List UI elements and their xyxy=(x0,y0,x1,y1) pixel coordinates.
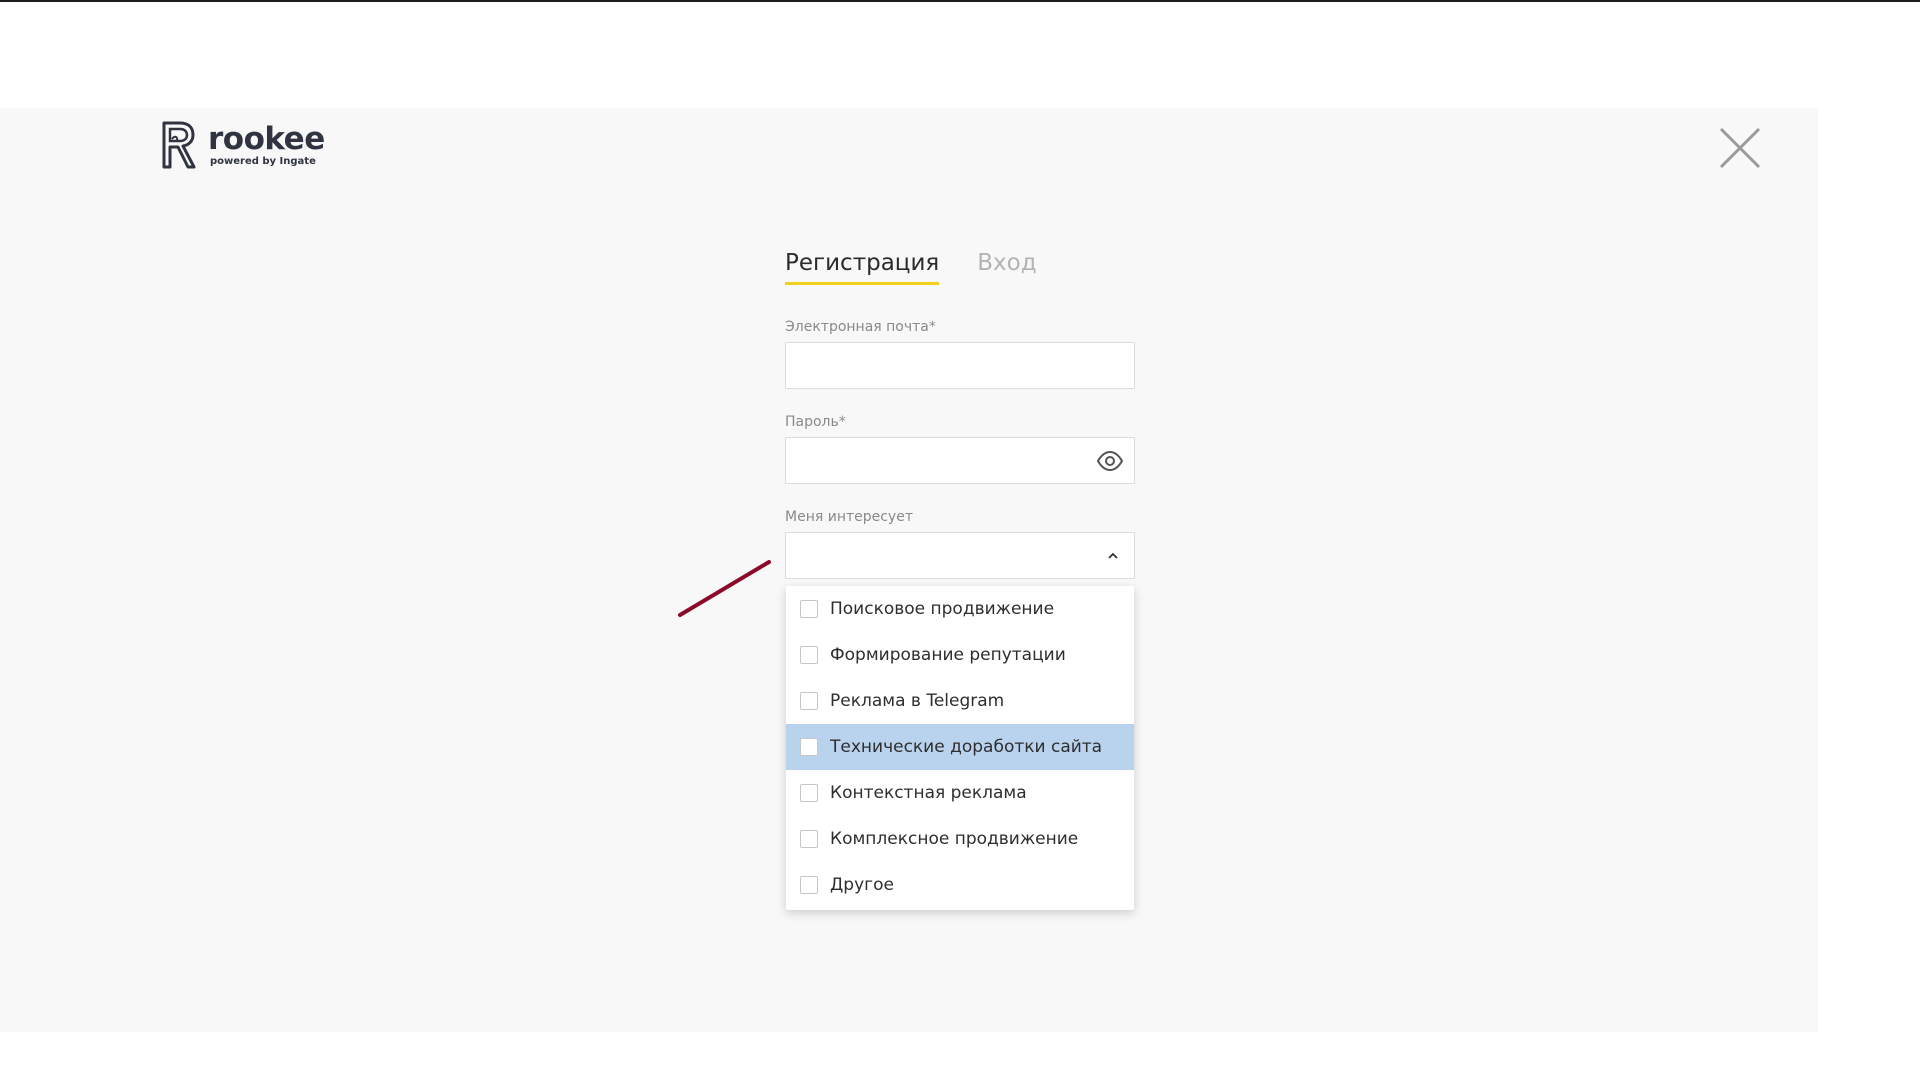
checkbox[interactable] xyxy=(800,876,818,894)
dropdown-option[interactable]: Поисковое продвижение xyxy=(786,586,1134,632)
checkbox[interactable] xyxy=(800,646,818,664)
top-border-line xyxy=(0,0,1920,2)
close-icon[interactable] xyxy=(1718,126,1762,170)
chevron-up-icon[interactable] xyxy=(1106,549,1120,563)
password-field-box xyxy=(785,437,1135,484)
checkbox[interactable] xyxy=(800,692,818,710)
email-field[interactable] xyxy=(786,343,1134,388)
dropdown-option[interactable]: Другое xyxy=(786,862,1134,908)
annotation-stroke xyxy=(678,560,771,617)
option-label: Технические доработки сайта xyxy=(830,737,1103,757)
password-label: Пароль* xyxy=(785,414,846,430)
checkbox[interactable] xyxy=(800,600,818,618)
brand-text: rookee powered by Ingate xyxy=(208,120,325,167)
option-label: Контекстная реклама xyxy=(830,783,1027,803)
tab-login[interactable]: Вход xyxy=(977,250,1036,285)
option-label: Поисковое продвижение xyxy=(830,599,1055,619)
option-label: Формирование репутации xyxy=(830,645,1066,665)
option-label: Другое xyxy=(830,875,894,895)
interest-select[interactable] xyxy=(785,532,1135,579)
email-label: Электронная почта* xyxy=(785,319,936,335)
password-field[interactable] xyxy=(786,438,1134,483)
brand-logo: rookee powered by Ingate xyxy=(158,117,328,173)
rookee-logo-icon xyxy=(162,121,196,169)
option-label: Реклама в Telegram xyxy=(830,691,1005,711)
email-field-box xyxy=(785,342,1135,389)
auth-tabs: Регистрация Вход xyxy=(785,250,1037,285)
interest-label: Меня интересует xyxy=(785,509,913,525)
eye-icon[interactable] xyxy=(1096,448,1124,474)
brand-tagline: powered by Ingate xyxy=(210,155,316,167)
dropdown-option-highlighted[interactable]: Технические доработки сайта xyxy=(786,724,1134,770)
dropdown-option[interactable]: Реклама в Telegram xyxy=(786,678,1134,724)
dropdown-option[interactable]: Формирование репутации xyxy=(786,632,1134,678)
brand-name: rookee xyxy=(208,120,325,157)
tab-registration[interactable]: Регистрация xyxy=(785,250,940,285)
checkbox[interactable] xyxy=(800,784,818,802)
dropdown-option[interactable]: Комплексное продвижение xyxy=(786,816,1134,862)
checkbox[interactable] xyxy=(800,830,818,848)
checkbox[interactable] xyxy=(800,738,818,756)
option-label: Комплексное продвижение xyxy=(830,829,1079,849)
interest-dropdown: Поисковое продвижение Формирование репут… xyxy=(786,586,1134,910)
dropdown-option[interactable]: Контекстная реклама xyxy=(786,770,1134,816)
